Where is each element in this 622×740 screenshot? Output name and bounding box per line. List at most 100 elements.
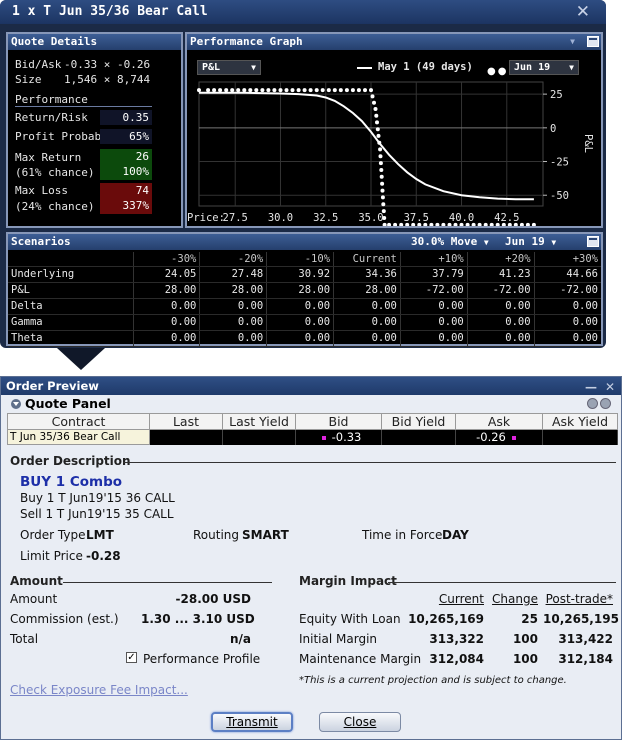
close-icon[interactable]: ✕ — [605, 378, 615, 396]
scenarios-row-label: Gamma — [8, 314, 133, 331]
series-point — [206, 88, 211, 93]
series-point — [230, 88, 235, 93]
series-point — [302, 88, 307, 93]
series-point — [375, 120, 379, 125]
metric-select-value: P&L — [202, 62, 221, 73]
performance-divider — [15, 106, 152, 107]
scenarios-cell: 28.00 — [132, 282, 200, 299]
scenarios-cell: 0.00 — [266, 330, 334, 347]
help-icon[interactable] — [600, 398, 611, 409]
margin-current: 10,265,169 — [408, 612, 484, 626]
scenarios-row-label: Delta — [8, 298, 133, 315]
settings-icon[interactable] — [587, 398, 598, 409]
scenarios-cell: 0.00 — [132, 298, 200, 315]
amount-value: -28.00 USD — [175, 592, 251, 606]
metric-select[interactable]: P&L ▼ — [197, 60, 261, 75]
panel-menu-icon[interactable]: ▼ — [570, 34, 575, 50]
maximize-icon[interactable] — [587, 236, 599, 247]
y-tick-label: 25 — [550, 89, 563, 101]
maximize-icon[interactable] — [587, 36, 599, 47]
margin-label: Equity With Loan — [299, 612, 401, 626]
order-preview-titlebar: Order Preview — ✕ — [1, 377, 621, 395]
series-point — [387, 222, 392, 226]
scenarios-cell: 0.00 — [199, 314, 267, 331]
bid-cell[interactable]: -0.33 — [295, 429, 382, 445]
quote-column-header[interactable]: Ask — [455, 413, 543, 430]
routing-value: SMART — [242, 528, 289, 542]
order-type-label: Order Type — [20, 528, 86, 542]
quote-column-header[interactable]: Last — [149, 413, 223, 430]
series-point — [379, 168, 384, 172]
collapse-toggle-icon[interactable] — [11, 399, 21, 409]
performance-graph-header: Performance Graph ▼ — [187, 34, 601, 50]
scenarios-cell: -72.00 — [466, 282, 535, 299]
x-tick-label: 40.0 — [449, 212, 474, 224]
margin-note: *This is a current projection and is sub… — [299, 675, 567, 686]
scenarios-header-row: -30% -20% -10% Current +10% +20% +30% — [8, 252, 601, 267]
date-select[interactable]: Jun 19 ▼ — [509, 60, 579, 75]
series-point — [326, 88, 331, 93]
max-return-box: 26 100% — [100, 149, 152, 180]
scenarios-row-label: P&L — [8, 282, 133, 299]
margin-change: 100 — [512, 632, 538, 646]
scenarios-cell: 0.00 — [199, 330, 267, 347]
bid-value: -0.33 — [331, 430, 362, 445]
exposure-fee-link[interactable]: Check Exposure Fee Impact... — [10, 683, 188, 697]
amount-title: Amount — [10, 574, 63, 588]
move-select-value: 30.0% Move — [411, 235, 478, 248]
y-tick-label: -50 — [550, 190, 569, 202]
series-point — [378, 161, 383, 166]
scenarios-cell: 0.00 — [399, 330, 468, 347]
performance-profile-checkbox[interactable]: ✓ — [126, 652, 137, 663]
scenario-date-select[interactable]: Jun 19 ▼ — [505, 234, 556, 251]
max-loss-chance: (24% chance) — [15, 200, 95, 213]
scenarios-cell: 24.05 — [132, 266, 200, 283]
close-icon[interactable]: ✕ — [576, 2, 590, 22]
max-loss-box: 74 337% — [100, 183, 152, 214]
quote-column-header[interactable]: Contract — [7, 413, 150, 430]
section-divider — [388, 582, 616, 583]
margin-label: Initial Margin — [299, 632, 378, 646]
close-button[interactable]: Close — [319, 712, 401, 732]
minimize-icon[interactable]: — — [585, 378, 597, 396]
bid-ask-value: -0.33 × -0.26 — [64, 58, 151, 71]
scenarios-column-header — [8, 252, 133, 267]
quote-column-header[interactable]: Ask Yield — [542, 413, 618, 430]
quote-column-header[interactable]: Bid Yield — [381, 413, 456, 430]
transmit-button[interactable]: Transmit — [211, 712, 293, 732]
margin-label: Maintenance Margin — [299, 652, 422, 666]
amount-label: Amount — [10, 592, 58, 606]
scenarios-row: Underlying 24.05 27.48 30.92 34.36 37.79 41.23… — [8, 266, 601, 283]
series-point — [379, 174, 384, 179]
scenarios-row: Gamma 0.00 0.00 0.00 0.00 0.00 0.00 0.00 — [8, 314, 601, 331]
series-point — [272, 88, 277, 93]
size-label: Size — [15, 73, 42, 86]
quote-column-header[interactable]: Last Yield — [222, 413, 296, 430]
move-select[interactable]: 30.0% Move ▼ — [411, 234, 489, 251]
series-point — [376, 133, 381, 138]
scenarios-cell: 0.00 — [466, 314, 535, 331]
series-point — [344, 88, 349, 93]
performance-label: Performance — [15, 93, 88, 106]
scenarios-cell: 37.79 — [399, 266, 468, 283]
ask-value: -0.26 — [476, 430, 506, 445]
scenarios-cell: -72.00 — [399, 282, 468, 299]
chevron-down-icon: ▼ — [483, 238, 489, 247]
quote-details-header: Quote Details — [8, 34, 181, 50]
series-point — [212, 88, 217, 93]
ask-cell[interactable]: -0.26 — [455, 429, 543, 445]
quote-cell — [149, 429, 223, 445]
margin-col-current: Current — [438, 592, 484, 606]
performance-chart: 25 0 -25 -50 P&L Price:27.5 30.0 32.5 35.0 37.5 40… — [187, 81, 594, 226]
y-tick-label: -25 — [550, 157, 569, 169]
margin-post: 312,184 — [558, 652, 613, 666]
quote-column-header[interactable]: Bid — [295, 413, 382, 430]
x-tick-label: 42.5 — [494, 212, 519, 224]
margin-impact-title: Margin Impact — [299, 574, 397, 588]
scenarios-cell: 0.00 — [533, 298, 601, 315]
scenarios-cell: 0.00 — [266, 314, 334, 331]
scenarios-cell: 0.00 — [199, 298, 267, 315]
margin-col-change: Change — [492, 592, 538, 606]
series-point — [393, 222, 398, 226]
max-return-pct: 100% — [122, 165, 150, 178]
